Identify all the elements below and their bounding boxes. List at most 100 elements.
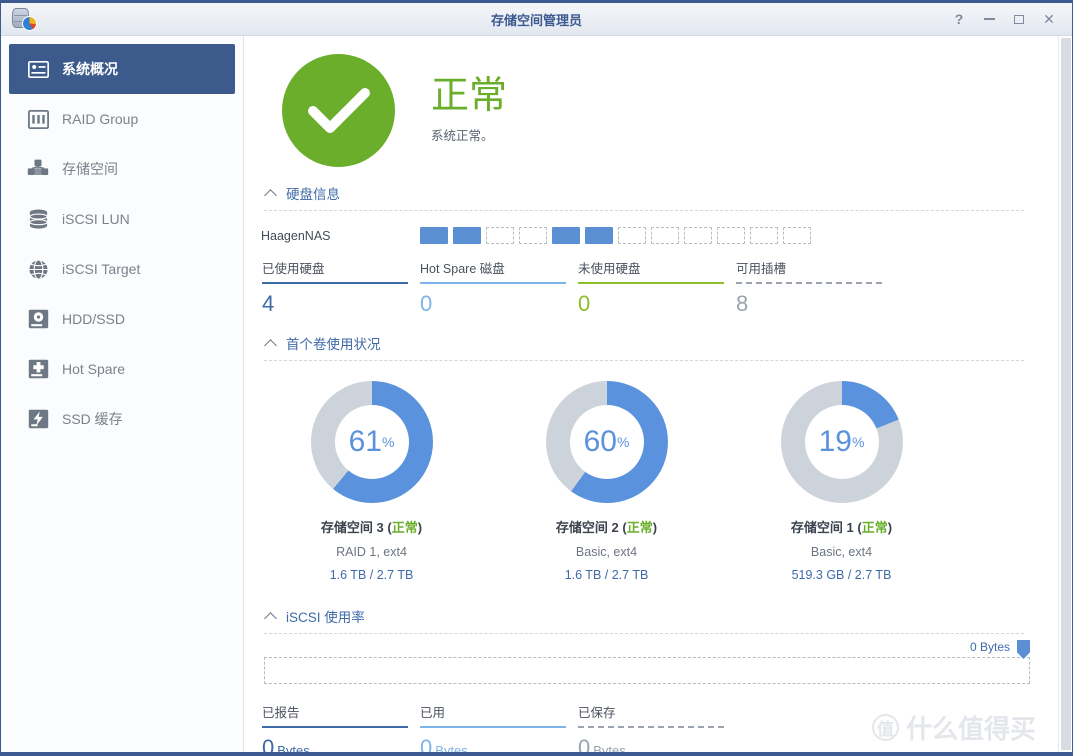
minimize-icon[interactable] <box>975 7 1003 31</box>
close-icon[interactable]: ✕ <box>1035 7 1063 31</box>
volume-name: 存储空间 3 (正常) <box>320 520 423 535</box>
disk-slot[interactable] <box>684 227 712 244</box>
stat-value: 4 <box>262 291 275 316</box>
section-header-iscsi[interactable]: iSCSI 使用率 <box>264 600 1024 634</box>
iscsi-stats: 已报告 0 Bytes 已用 0 Bytes 已保存 0 Bytes <box>244 684 1072 752</box>
sidebar-item-iscsi-target[interactable]: iSCSI Target <box>9 244 235 294</box>
percent-sign: % <box>616 434 630 450</box>
section-title: 硬盘信息 <box>286 187 340 202</box>
check-circle-icon <box>282 54 395 167</box>
status-title: 正常 <box>431 75 508 118</box>
sidebar-item-hdd-ssd[interactable]: HDD/SSD <box>9 294 235 344</box>
stat-value: 8 <box>736 291 749 316</box>
storage-pool-icon <box>27 158 49 180</box>
volume-type: Basic, ext4 <box>575 545 638 559</box>
sidebar-item-raid-group[interactable]: RAID Group <box>9 94 235 144</box>
stat-label: 可用插槽 <box>736 262 787 276</box>
system-status: 正常 系统正常。 <box>244 36 1072 177</box>
stat-value: 0 <box>420 291 433 316</box>
section-header-volumes[interactable]: 首个卷使用状况 <box>264 327 1024 361</box>
stat-hot-spare-disks: Hot Spare 磁盘 0 <box>420 258 578 317</box>
sidebar-item-ssd-cache[interactable]: SSD 缓存 <box>9 394 235 444</box>
volume-size: 519.3 GB / 2.7 TB <box>791 568 892 582</box>
volume-card[interactable]: 61 % 存储空间 3 (正常) RAID 1, ext4 1.6 TB / 2… <box>254 381 489 582</box>
window-controls: ? ✕ <box>945 7 1072 31</box>
percent-sign: % <box>381 434 395 450</box>
hot-spare-icon <box>27 358 49 380</box>
sidebar-item-label: Hot Spare <box>62 361 126 377</box>
sidebar: 系统概况 RAID Group 存储空间 iSCSI LUN iSCSI Tar… <box>1 36 244 752</box>
iscsi-usage: 0 Bytes 已报告 0 Bytes 已用 0 Bytes 已保存 0 Byt… <box>244 634 1072 752</box>
disk-slot[interactable] <box>783 227 811 244</box>
disk-slot[interactable] <box>486 227 514 244</box>
volume-usage-donut: 19 % <box>780 381 903 503</box>
storage-manager-icon <box>11 6 37 32</box>
disk-slots <box>420 227 811 244</box>
sidebar-item-label: HDD/SSD <box>62 311 126 327</box>
section-title: iSCSI 使用率 <box>286 610 365 625</box>
stat-saved: 已保存 0 Bytes <box>578 702 736 752</box>
stat-unused-disks: 未使用硬盘 0 <box>578 258 736 317</box>
maximize-icon[interactable] <box>1005 7 1033 31</box>
disk-stats: 已使用硬盘 4 Hot Spare 磁盘 0 未使用硬盘 0 可用插槽 8 <box>244 250 1072 317</box>
disk-slot[interactable] <box>552 227 580 244</box>
disk-slot[interactable] <box>750 227 778 244</box>
volume-card[interactable]: 19 % 存储空间 1 (正常) Basic, ext4 519.3 GB / … <box>724 381 959 582</box>
volume-name: 存储空间 1 (正常) <box>790 520 893 535</box>
stat-unit: Bytes <box>277 743 310 752</box>
stat-label: 未使用硬盘 <box>578 262 641 276</box>
stat-label: 已使用硬盘 <box>262 262 325 276</box>
section-header-disk-info[interactable]: 硬盘信息 <box>264 177 1024 211</box>
volume-percent: 60 <box>583 425 617 458</box>
volume-percent: 61 <box>348 425 382 458</box>
sidebar-item-storage-pool[interactable]: 存储空间 <box>9 144 235 194</box>
volume-status: 正常 <box>626 520 653 535</box>
stat-unit: Bytes <box>593 743 626 752</box>
sidebar-item-label: RAID Group <box>62 111 139 127</box>
disk-slot-row: HaagenNAS <box>244 211 1072 250</box>
volume-list: 61 % 存储空间 3 (正常) RAID 1, ext4 1.6 TB / 2… <box>254 361 1072 588</box>
volume-size: 1.6 TB / 2.7 TB <box>564 568 649 582</box>
title-bar: 存储空间管理员 ? ✕ <box>1 3 1072 36</box>
volume-usage-donut: 61 % <box>310 381 433 503</box>
iscsi-capacity-label: 0 Bytes <box>969 640 1010 654</box>
capacity-marker-icon <box>1017 640 1030 659</box>
sidebar-item-label: 存储空间 <box>62 161 118 177</box>
disk-slot[interactable] <box>519 227 547 244</box>
database-icon <box>27 208 49 230</box>
disk-slot[interactable] <box>585 227 613 244</box>
sidebar-item-iscsi-lun[interactable]: iSCSI LUN <box>9 194 235 244</box>
sidebar-item-label: iSCSI LUN <box>62 211 130 227</box>
volume-card[interactable]: 60 % 存储空间 2 (正常) Basic, ext4 1.6 TB / 2.… <box>489 381 724 582</box>
disk-slot[interactable] <box>618 227 646 244</box>
disk-slot[interactable] <box>717 227 745 244</box>
iscsi-usage-bar <box>264 657 1030 684</box>
disk-slot[interactable] <box>420 227 448 244</box>
storage-manager-window: 存储空间管理员 ? ✕ 系统概况 RAID Group 存储空间 iSCSI L… <box>0 0 1073 756</box>
volume-usage-donut: 60 % <box>545 381 668 503</box>
chevron-up-icon <box>264 609 278 623</box>
hard-disk-icon <box>27 308 49 330</box>
stat-value: 0 Bytes <box>262 728 420 752</box>
stat-used: 已用 0 Bytes <box>420 702 578 752</box>
raid-group-icon <box>27 108 49 130</box>
main-content: 正常 系统正常。 硬盘信息 HaagenNAS 已使用硬盘 4 Hot Spar… <box>244 36 1072 752</box>
stat-label: 已保存 <box>578 706 616 720</box>
help-icon[interactable]: ? <box>945 7 973 31</box>
sidebar-item-hot-spare[interactable]: Hot Spare <box>9 344 235 394</box>
scrollbar-thumb[interactable] <box>1061 38 1071 750</box>
sidebar-item-overview[interactable]: 系统概况 <box>9 44 235 94</box>
stat-used-disks: 已使用硬盘 4 <box>262 258 420 317</box>
sidebar-item-label: 系统概况 <box>62 61 118 77</box>
stat-label: 已报告 <box>262 706 300 720</box>
vertical-scrollbar[interactable] <box>1058 36 1072 752</box>
disk-slot[interactable] <box>651 227 679 244</box>
stat-reported: 已报告 0 Bytes <box>262 702 420 752</box>
stat-available-slots: 可用插槽 8 <box>736 258 894 317</box>
volume-status: 正常 <box>391 520 418 535</box>
stat-value: 0 <box>578 291 591 316</box>
sidebar-item-label: iSCSI Target <box>62 261 141 277</box>
stat-unit: Bytes <box>435 743 468 752</box>
stat-value: 0 Bytes <box>578 728 736 752</box>
disk-slot[interactable] <box>453 227 481 244</box>
